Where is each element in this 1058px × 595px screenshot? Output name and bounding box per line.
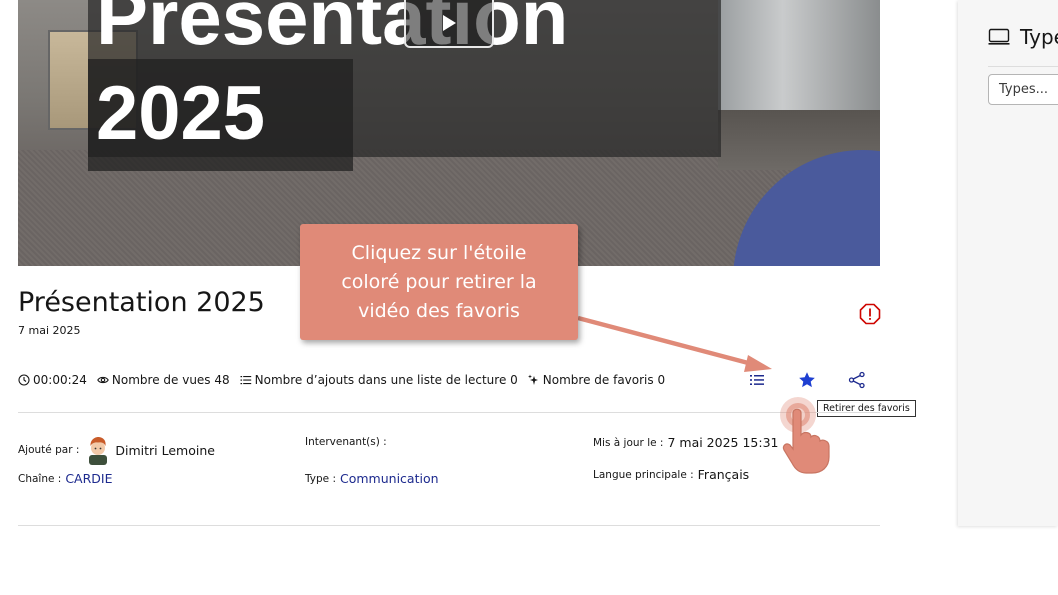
meta-updated-value: 7 mai 2025 15:31 (667, 435, 779, 450)
video-date: 7 mai 2025 (18, 324, 81, 337)
callout-line-1: Cliquez sur l'étoile (351, 242, 527, 264)
stat-playlist-value: Nombre d’ajouts dans une liste de lectur… (254, 373, 518, 387)
video-title-overlay-line2: 2025 (96, 71, 266, 156)
list-icon (240, 376, 251, 385)
stat-favorites-value: Nombre de favoris 0 (542, 373, 666, 387)
click-pointer-icon (780, 397, 830, 474)
divider (18, 412, 880, 413)
callout-line-2: coloré pour retirer la (341, 271, 537, 293)
share-button[interactable] (846, 369, 868, 391)
play-icon (443, 15, 456, 31)
playlist-icon (750, 375, 764, 385)
avatar (89, 437, 108, 465)
stat-favorites: Nombre de favoris 0 (527, 373, 666, 387)
type-link[interactable]: Communication (340, 471, 439, 486)
meta-updated-label: Mis à jour le : (593, 436, 664, 449)
sidebar-divider (988, 66, 1058, 67)
report-icon[interactable] (859, 303, 881, 325)
meta-type: Type : Communication (305, 471, 439, 486)
meta-added-by: Ajouté par : Dimitri Lemoine (18, 435, 215, 465)
filter-sidebar: Types Types... (958, 0, 1058, 526)
meta-channel: Chaîne : CARDIE (18, 471, 113, 486)
favorite-button[interactable] (796, 369, 818, 391)
meta-added-by-value[interactable]: Dimitri Lemoine (115, 443, 215, 458)
meta-channel-label: Chaîne : (18, 472, 62, 485)
play-button[interactable] (404, 0, 494, 48)
share-icon (848, 371, 865, 389)
monitor-icon (988, 28, 1010, 45)
types-filter-input[interactable]: Types... (988, 74, 1058, 105)
meta-speakers: Intervenant(s) : (305, 436, 387, 448)
types-heading: Types (988, 25, 1058, 49)
stat-duration-value: 00:00:24 (33, 373, 87, 387)
eye-icon (97, 376, 109, 384)
stat-views-value: Nombre de vues 48 (111, 373, 230, 387)
video-stats: 00:00:24 Nombre de vues 48 Nombre d’ajou… (18, 373, 665, 387)
star-icon (799, 372, 815, 388)
stat-playlist: Nombre d’ajouts dans une liste de lectur… (240, 373, 518, 387)
video-title: Présentation 2025 (18, 287, 265, 318)
meta-type-label: Type : (305, 472, 336, 485)
sparkle-icon (527, 374, 538, 385)
stat-duration: 00:00:24 (18, 373, 87, 387)
meta-language: Langue principale : Français (593, 467, 749, 482)
meta-added-by-label: Ajouté par : (18, 444, 80, 456)
clock-icon (18, 374, 30, 386)
meta-language-label: Langue principale : (593, 468, 694, 481)
meta-speakers-label: Intervenant(s) : (305, 436, 387, 448)
channel-link[interactable]: CARDIE (65, 471, 112, 486)
meta-updated: Mis à jour le : 7 mai 2025 15:31 (593, 435, 779, 450)
video-title-overlay-line1: Présentation (96, 0, 569, 61)
callout-line-3: vidéo des favoris (358, 300, 520, 322)
add-to-playlist-button[interactable] (746, 369, 768, 391)
stat-views: Nombre de vues 48 (97, 373, 230, 387)
divider (18, 525, 880, 526)
meta-language-value: Français (697, 467, 750, 482)
types-heading-label: Types (1020, 25, 1058, 49)
tutorial-callout: Cliquez sur l'étoile coloré pour retirer… (300, 224, 578, 340)
